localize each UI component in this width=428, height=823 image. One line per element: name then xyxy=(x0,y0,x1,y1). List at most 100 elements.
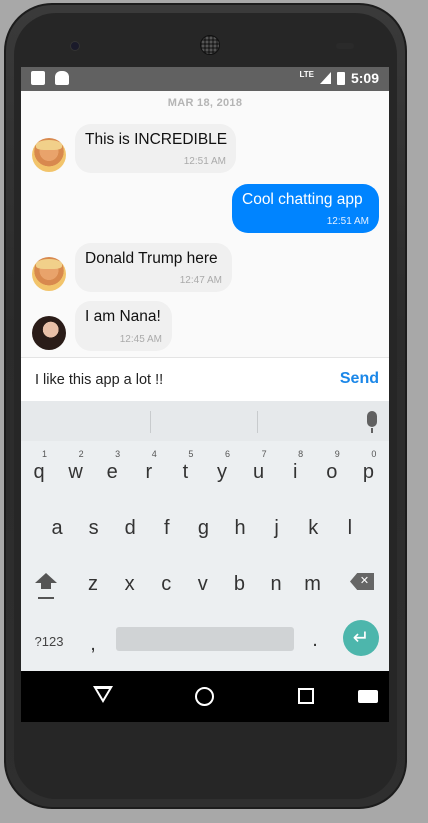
android-icon xyxy=(55,71,69,85)
key-g[interactable]: g xyxy=(187,505,219,549)
key-l[interactable]: l xyxy=(334,505,366,549)
message-bubble-outgoing[interactable]: Cool chatting app 12:51 AM xyxy=(232,184,379,233)
key-label: b xyxy=(233,573,245,595)
key-f[interactable]: f xyxy=(151,505,183,549)
key-x[interactable]: x xyxy=(114,561,146,605)
suggestion-divider xyxy=(150,411,151,433)
avatar-nana[interactable] xyxy=(32,316,66,350)
message-bubble-incoming[interactable]: This is INCREDIBLE 12:51 AM xyxy=(75,124,236,173)
key-label: q xyxy=(33,461,45,483)
message-time: 12:51 AM xyxy=(183,156,226,167)
key-h[interactable]: h xyxy=(224,505,256,549)
recents-nav-icon[interactable] xyxy=(298,688,314,704)
key-w[interactable]: w2 xyxy=(60,449,92,493)
space-bar[interactable] xyxy=(116,627,294,651)
message-time: 12:51 AM xyxy=(326,216,369,227)
message-time: 12:47 AM xyxy=(179,275,222,286)
key-a[interactable]: a xyxy=(41,505,73,549)
key-hint: 9 xyxy=(334,449,340,459)
soft-keyboard: q1w2e3r4t5y6u7i8o9p0 asdfghjkl zxcvbnm ✕… xyxy=(21,401,389,671)
key-hint: 7 xyxy=(261,449,267,459)
key-y[interactable]: y6 xyxy=(206,449,238,493)
key-label: c xyxy=(161,573,172,595)
suggestion-strip xyxy=(21,401,389,441)
message-bubble-incoming[interactable]: I am Nana! 12:45 AM xyxy=(75,301,172,351)
battery-icon xyxy=(336,71,345,85)
key-m[interactable]: m xyxy=(297,561,329,605)
key-b[interactable]: b xyxy=(223,561,255,605)
key-label: z xyxy=(88,573,98,595)
key-label: k xyxy=(308,517,319,539)
key-label: p xyxy=(362,461,374,483)
message-composer: I like this app a lot !! Send xyxy=(21,357,389,401)
message-text: Donald Trump here xyxy=(85,250,218,267)
key-label: g xyxy=(197,517,209,539)
key-n[interactable]: n xyxy=(260,561,292,605)
key-o[interactable]: o9 xyxy=(316,449,348,493)
key-hint: 5 xyxy=(188,449,194,459)
message-time: 12:45 AM xyxy=(119,334,162,345)
key-v[interactable]: v xyxy=(187,561,219,605)
key-label: x xyxy=(124,573,135,595)
key-u[interactable]: u7 xyxy=(243,449,275,493)
key-label: u xyxy=(253,461,265,483)
key-c[interactable]: c xyxy=(150,561,182,605)
key-label: h xyxy=(234,517,246,539)
status-bar: LTE 5:09 xyxy=(21,67,389,91)
message-bubble-incoming[interactable]: Donald Trump here 12:47 AM xyxy=(75,243,232,292)
earpiece-speaker xyxy=(200,35,220,55)
key-t[interactable]: t5 xyxy=(169,449,201,493)
key-label: t xyxy=(182,461,189,483)
network-type: LTE xyxy=(299,69,314,79)
symbols-key[interactable]: ?123 xyxy=(30,619,68,663)
message-text: Cool chatting app xyxy=(242,191,363,208)
backspace-icon[interactable]: ✕ xyxy=(350,573,374,590)
key-label: y xyxy=(217,461,227,483)
mic-icon[interactable] xyxy=(367,411,377,433)
key-s[interactable]: s xyxy=(78,505,110,549)
key-hint: 8 xyxy=(298,449,304,459)
proximity-sensor xyxy=(336,43,354,49)
key-j[interactable]: j xyxy=(261,505,293,549)
message-text: This is INCREDIBLE xyxy=(85,131,228,148)
comma-key[interactable]: , xyxy=(77,621,109,665)
key-hint: 6 xyxy=(224,449,230,459)
key-d[interactable]: d xyxy=(114,505,146,549)
enter-key[interactable]: ↵ xyxy=(343,620,379,656)
message-text: I am Nana! xyxy=(85,308,161,325)
front-camera xyxy=(70,41,80,51)
system-nav-bar xyxy=(21,671,389,722)
key-hint: 4 xyxy=(151,449,157,459)
period-key[interactable]: . xyxy=(299,617,331,661)
key-hint: 3 xyxy=(115,449,121,459)
key-e[interactable]: e3 xyxy=(96,449,128,493)
avatar-trump[interactable] xyxy=(32,138,66,172)
key-label: v xyxy=(197,573,208,595)
home-nav-icon[interactable] xyxy=(195,687,214,706)
key-label: o xyxy=(326,461,338,483)
key-hint: 0 xyxy=(371,449,377,459)
key-label: m xyxy=(304,573,321,595)
key-r[interactable]: r4 xyxy=(133,449,165,493)
signal-icon xyxy=(319,72,331,84)
key-label: s xyxy=(88,517,99,539)
key-label: r xyxy=(145,461,153,483)
key-k[interactable]: k xyxy=(297,505,329,549)
key-p[interactable]: p0 xyxy=(352,449,384,493)
message-input[interactable]: I like this app a lot !! xyxy=(35,372,163,388)
keyboard-switch-icon[interactable] xyxy=(358,690,378,703)
back-nav-icon[interactable] xyxy=(93,686,113,703)
key-i[interactable]: i8 xyxy=(279,449,311,493)
status-time: 5:09 xyxy=(350,70,379,86)
key-q[interactable]: q1 xyxy=(23,449,55,493)
key-z[interactable]: z xyxy=(77,561,109,605)
key-hint: 2 xyxy=(78,449,84,459)
key-label: f xyxy=(164,517,170,539)
device-screen: LTE 5:09 MAR 18, 2018 This is INCREDIBLE… xyxy=(21,67,389,722)
key-label: e xyxy=(106,461,118,483)
send-button[interactable]: Send xyxy=(340,370,379,388)
avatar-trump[interactable] xyxy=(32,257,66,291)
shift-icon[interactable] xyxy=(35,571,57,601)
date-header: MAR 18, 2018 xyxy=(167,97,243,109)
key-label: n xyxy=(270,573,282,595)
